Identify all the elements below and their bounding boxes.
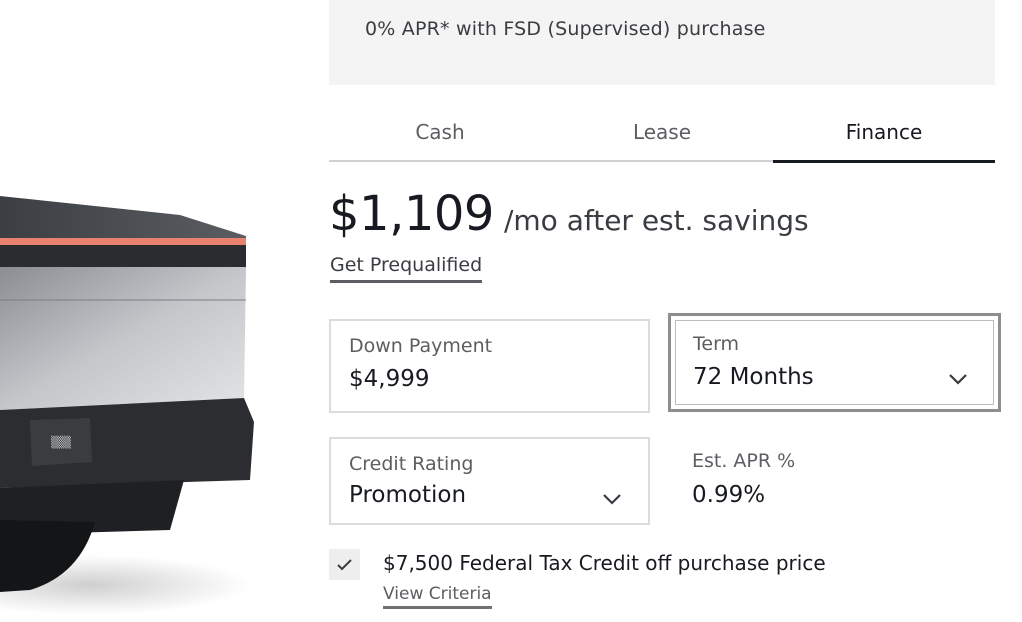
down-payment-label: Down Payment [349, 335, 493, 357]
down-payment-value[interactable]: $4,999 [349, 366, 429, 392]
promo-text: 0% APR* with FSD (Supervised) purchase [365, 18, 766, 40]
price-amount: $1,109 [329, 186, 494, 242]
credit-rating-value[interactable]: Promotion [349, 482, 466, 508]
credit-rating-select[interactable]: Credit Rating Promotion [329, 437, 650, 525]
checkmark-icon [337, 559, 352, 571]
tab-cash[interactable]: Cash [329, 108, 551, 163]
down-payment-field[interactable]: Down Payment $4,999 [329, 319, 650, 413]
est-apr: Est. APR % 0.99% [692, 450, 795, 508]
svg-text:▒▒▒: ▒▒▒ [51, 435, 71, 449]
est-apr-value: 0.99% [692, 482, 766, 508]
est-apr-label: Est. APR % [692, 450, 796, 472]
chevron-down-icon[interactable] [948, 370, 968, 385]
term-label: Term [693, 333, 740, 355]
vehicle-image: ▒▒▒ [0, 0, 300, 622]
chevron-down-icon[interactable] [602, 490, 622, 505]
payment-tabs: Cash Lease Finance [329, 108, 995, 163]
get-prequalified-link[interactable]: Get Prequalified [330, 254, 483, 283]
term-select[interactable]: Term 72 Months [668, 313, 1001, 412]
view-criteria-link[interactable]: View Criteria [383, 584, 492, 609]
term-value[interactable]: 72 Months [693, 364, 814, 390]
tab-lease[interactable]: Lease [551, 108, 773, 163]
tax-credit-label: $7,500 Federal Tax Credit off purchase p… [383, 551, 826, 575]
monthly-price: $1,109 /mo after est. savings [329, 186, 809, 242]
credit-rating-label: Credit Rating [349, 453, 474, 475]
price-suffix: /mo after est. savings [503, 204, 809, 237]
tab-finance[interactable]: Finance [773, 108, 995, 163]
promo-banner: 0% APR* with FSD (Supervised) purchase [329, 0, 995, 85]
tax-credit-checkbox[interactable] [329, 549, 360, 580]
